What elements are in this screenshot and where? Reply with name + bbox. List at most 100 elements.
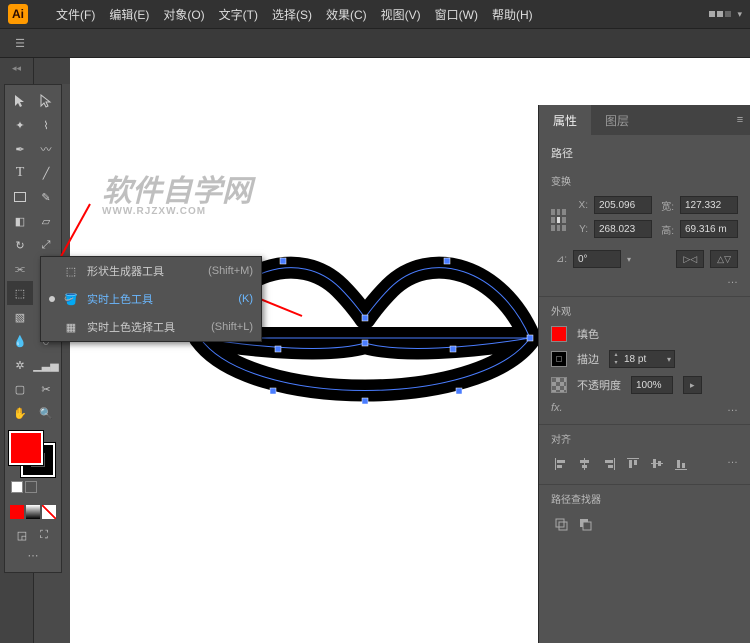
height-input[interactable] xyxy=(680,220,738,238)
symbol-sprayer-tool[interactable]: ✲ xyxy=(7,353,33,377)
angle-label: ⊿: xyxy=(551,254,567,265)
flyout-shape-builder[interactable]: ⬚ 形状生成器工具 (Shift+M) xyxy=(41,257,261,285)
align-vcenter-button[interactable] xyxy=(647,454,667,474)
swap-fill-stroke-icon[interactable] xyxy=(25,481,37,493)
live-paint-bucket-icon: 🪣 xyxy=(63,293,79,306)
lasso-tool[interactable]: ⌇ xyxy=(33,113,59,137)
transform-more-button[interactable]: … xyxy=(551,274,738,286)
align-bottom-button[interactable] xyxy=(671,454,691,474)
opacity-input[interactable] xyxy=(631,376,673,394)
fill-swatch[interactable] xyxy=(9,431,43,465)
opacity-slider-button[interactable]: ▸ xyxy=(683,376,702,394)
live-paint-selection-icon: ▦ xyxy=(63,321,79,334)
menu-help[interactable]: 帮助(H) xyxy=(486,2,539,27)
align-more-button[interactable]: … xyxy=(727,454,738,474)
menu-object[interactable]: 对象(O) xyxy=(157,2,210,27)
align-top-button[interactable] xyxy=(623,454,643,474)
flyout-live-paint-bucket[interactable]: 🪣 实时上色工具 (K) xyxy=(41,285,261,313)
panel-menu-icon[interactable]: ≡ xyxy=(730,105,750,135)
menu-bar: Ai 文件(F) 编辑(E) 对象(O) 文字(T) 选择(S) 效果(C) 视… xyxy=(0,0,750,28)
pen-tool[interactable]: ✒ xyxy=(7,137,33,161)
tab-properties[interactable]: 属性 xyxy=(539,105,591,135)
properties-panel: 属性 图层 ≡ 路径 变换 X: 宽: Y: 高: xyxy=(538,105,750,643)
stroke-weight-stepper[interactable]: ▴▾ ▾ xyxy=(609,350,675,368)
y-input[interactable] xyxy=(594,220,652,238)
align-hcenter-button[interactable] xyxy=(575,454,595,474)
flyout-live-paint-selection[interactable]: ▦ 实时上色选择工具 (Shift+L) xyxy=(41,313,261,341)
menu-window[interactable]: 窗口(W) xyxy=(429,2,484,27)
direct-selection-tool[interactable] xyxy=(33,89,59,113)
opacity-swatch[interactable] xyxy=(551,377,567,393)
pathfinder-section: 路径查找器 xyxy=(539,485,750,544)
hand-tool[interactable]: ✋ xyxy=(7,401,33,425)
screen-mode-icon[interactable]: ◲ xyxy=(13,527,31,543)
flyout-label: 形状生成器工具 xyxy=(87,263,200,279)
menu-file[interactable]: 文件(F) xyxy=(50,2,101,27)
align-title: 对齐 xyxy=(551,431,738,446)
type-tool[interactable]: T xyxy=(7,161,33,185)
shape-builder-tool[interactable]: ⬚ xyxy=(7,281,33,305)
menu-select[interactable]: 选择(S) xyxy=(266,2,318,27)
eyedropper-tool[interactable]: 💧 xyxy=(7,329,33,353)
flyout-shortcut: (K) xyxy=(238,293,253,305)
eraser-tool[interactable]: ▱ xyxy=(33,209,59,233)
artboard-tool[interactable]: ▢ xyxy=(7,377,33,401)
fx-label[interactable]: fx. xyxy=(551,402,563,414)
x-input[interactable] xyxy=(594,196,652,214)
magic-wand-tool[interactable]: ✦ xyxy=(7,113,33,137)
color-mode-none[interactable] xyxy=(42,505,56,519)
color-mode-gradient[interactable] xyxy=(26,505,40,519)
change-screen-icon[interactable]: ⛶ xyxy=(35,527,53,543)
app-logo: Ai xyxy=(8,4,28,24)
stroke-color-swatch[interactable] xyxy=(551,351,567,367)
panel-tab-bar: 属性 图层 ≡ xyxy=(539,105,750,135)
tab-layers[interactable]: 图层 xyxy=(591,105,643,135)
shape-builder-icon: ⬚ xyxy=(63,265,79,278)
fill-stroke-swatch[interactable] xyxy=(7,429,59,479)
curvature-tool[interactable]: 〰 xyxy=(33,137,59,161)
workspace-switcher[interactable]: ▾ xyxy=(709,9,742,20)
transform-title: 变换 xyxy=(551,173,738,188)
stroke-weight-input[interactable] xyxy=(622,351,664,367)
width-tool[interactable]: ⫘ xyxy=(7,257,33,281)
mesh-tool[interactable]: ▧ xyxy=(7,305,33,329)
angle-dropdown-icon[interactable]: ▾ xyxy=(627,255,631,264)
paintbrush-tool[interactable]: ✎ xyxy=(33,185,59,209)
reference-point-icon[interactable] xyxy=(551,209,566,231)
edit-toolbar-button[interactable]: ⋯ xyxy=(7,543,59,568)
opacity-label: 不透明度 xyxy=(577,377,621,393)
dock-collapse-icon[interactable]: ◂◂ xyxy=(0,58,33,78)
shaper-tool[interactable]: ◧ xyxy=(7,209,33,233)
flip-v-button[interactable]: △▽ xyxy=(710,250,738,268)
home-icon[interactable]: ☰ xyxy=(8,32,32,54)
slice-tool[interactable]: ✂ xyxy=(33,377,59,401)
angle-input[interactable] xyxy=(573,250,621,268)
fill-label: 填色 xyxy=(577,326,599,342)
flyout-shortcut: (Shift+L) xyxy=(211,321,253,333)
selection-tool[interactable] xyxy=(7,89,33,113)
shape-builder-flyout: ⬚ 形状生成器工具 (Shift+M) 🪣 实时上色工具 (K) ▦ 实时上色选… xyxy=(40,256,262,342)
pathfinder-unite-button[interactable] xyxy=(551,514,571,534)
color-mode-color[interactable] xyxy=(10,505,24,519)
zoom-tool[interactable]: 🔍 xyxy=(33,401,59,425)
w-label: 宽: xyxy=(658,198,674,213)
appearance-more-button[interactable]: … xyxy=(727,402,738,414)
menu-edit[interactable]: 编辑(E) xyxy=(103,2,155,27)
rectangle-tool[interactable] xyxy=(7,185,33,209)
default-fill-stroke-icon[interactable] xyxy=(11,481,23,493)
fill-color-swatch[interactable] xyxy=(551,326,567,342)
flyout-label: 实时上色选择工具 xyxy=(87,319,203,335)
line-tool[interactable]: ╱ xyxy=(33,161,59,185)
width-input[interactable] xyxy=(680,196,738,214)
watermark: 软件自学网 WWW.RJZXW.COM xyxy=(102,166,252,217)
menu-view[interactable]: 视图(V) xyxy=(375,2,427,27)
scale-tool[interactable]: ⤢ xyxy=(33,233,59,257)
column-graph-tool[interactable]: ▁▃▅ xyxy=(33,353,59,377)
rotate-tool[interactable]: ↻ xyxy=(7,233,33,257)
menu-type[interactable]: 文字(T) xyxy=(213,2,264,27)
pathfinder-minus-button[interactable] xyxy=(575,514,595,534)
menu-effect[interactable]: 效果(C) xyxy=(320,2,373,27)
flip-h-button[interactable]: ▷◁ xyxy=(676,250,704,268)
align-left-button[interactable] xyxy=(551,454,571,474)
align-right-button[interactable] xyxy=(599,454,619,474)
